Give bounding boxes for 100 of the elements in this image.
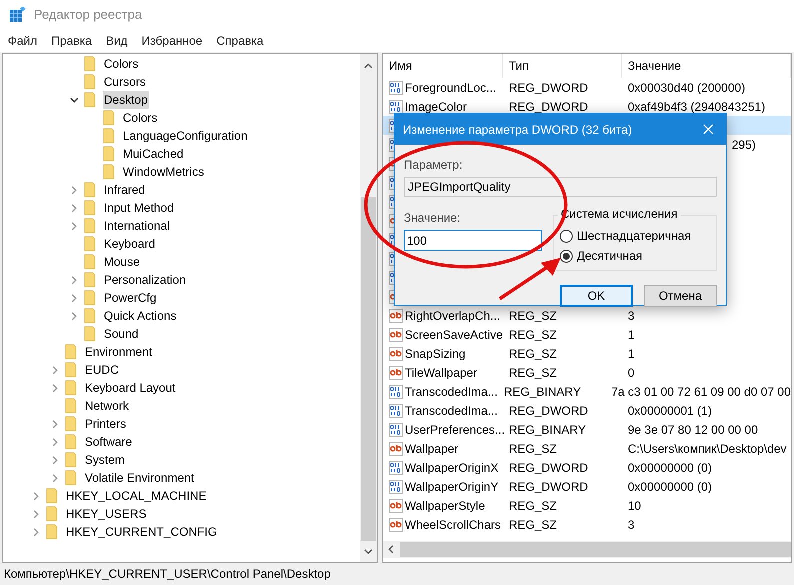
value-data: 0x00030d40 (200000) bbox=[628, 80, 746, 96]
string-value-icon bbox=[389, 328, 403, 342]
column-header[interactable]: Значение bbox=[622, 54, 791, 78]
value-name: Wallpaper bbox=[405, 440, 459, 458]
radio-button[interactable] bbox=[560, 250, 573, 262]
tree-item[interactable]: Personalization bbox=[103, 271, 188, 289]
tree-item[interactable]: MuiCached bbox=[122, 145, 185, 163]
folder-icon bbox=[46, 524, 60, 540]
status-bar-path: Компьютер\HKEY_CURRENT_USER\Control Panel\Desktop bbox=[4, 566, 331, 583]
tree-item[interactable]: Network bbox=[84, 397, 130, 415]
tree-item[interactable]: Software bbox=[84, 433, 134, 451]
menu-item[interactable]: Файл bbox=[8, 32, 38, 50]
tree-item[interactable]: Cursors bbox=[103, 73, 148, 91]
value-name: WallpaperOriginY bbox=[405, 478, 499, 496]
tree-item[interactable]: Desktop bbox=[103, 91, 150, 109]
value-row[interactable]: TranscodedIma... REG_BINARY 7a c3 01 00 72 61 09 00 d0 07 00 bbox=[383, 382, 791, 401]
value-row[interactable]: ScreenSaveActive REG_SZ 1 bbox=[383, 325, 791, 344]
folder-icon bbox=[103, 110, 117, 126]
horizontal-scrollbar[interactable] bbox=[383, 541, 791, 558]
value-type: REG_DWORD bbox=[509, 100, 588, 114]
value-name: TranscodedIma... bbox=[405, 402, 498, 420]
tree-item[interactable]: Keyboard Layout bbox=[84, 379, 177, 397]
radio-button[interactable] bbox=[560, 230, 573, 242]
annotation-arrow bbox=[497, 256, 563, 302]
tree-item[interactable]: HKEY_CURRENT_CONFIG bbox=[65, 523, 218, 541]
scroll-left-icon[interactable] bbox=[387, 545, 396, 554]
value-type: REG_SZ bbox=[509, 518, 558, 532]
tree-item[interactable]: Mouse bbox=[103, 253, 142, 271]
binary-value-icon bbox=[389, 404, 403, 418]
tree-item[interactable]: Sound bbox=[103, 325, 140, 343]
tree-item[interactable]: Volatile Environment bbox=[84, 469, 196, 487]
string-value-icon bbox=[389, 518, 403, 532]
value-row[interactable]: SnapSizing REG_SZ 1 bbox=[383, 344, 791, 363]
scrollbar-thumb[interactable] bbox=[400, 542, 791, 557]
folder-icon bbox=[65, 380, 79, 396]
value-data: 7a c3 01 00 72 61 09 00 d0 07 00 bbox=[612, 384, 791, 400]
tree-item[interactable]: Printers bbox=[84, 415, 128, 433]
value-field[interactable]: 100 bbox=[404, 230, 542, 251]
value-data: 0x00000000 (0) bbox=[628, 478, 712, 496]
tree-item[interactable]: WindowMetrics bbox=[122, 163, 206, 181]
folder-icon bbox=[103, 164, 117, 180]
radio-label: Десятичная bbox=[577, 248, 643, 265]
value-row[interactable]: TileWallpaper REG_SZ 0 bbox=[383, 363, 791, 382]
value-row[interactable]: WheelScrollChars REG_SZ 3 bbox=[383, 515, 791, 534]
value-row[interactable]: WallpaperOriginY REG_DWORD 0x00000000 (0) bbox=[383, 477, 791, 496]
value-row[interactable]: Wallpaper REG_SZ C:\Users\компик\Desktop\dev bbox=[383, 439, 791, 458]
folder-icon bbox=[103, 128, 117, 144]
menu-item[interactable]: Вид bbox=[106, 32, 128, 50]
menu-item[interactable]: Избранное bbox=[142, 32, 203, 50]
folder-icon bbox=[46, 488, 60, 504]
scrollbar-thumb[interactable] bbox=[361, 197, 376, 541]
tree-item[interactable]: Environment bbox=[84, 343, 154, 361]
tree-item[interactable]: Quick Actions bbox=[103, 307, 178, 325]
tree-item[interactable]: System bbox=[84, 451, 126, 469]
tree-item[interactable]: Colors bbox=[103, 55, 140, 73]
value-row[interactable]: RightOverlapCh... REG_SZ 3 bbox=[383, 306, 791, 325]
collapse-chevron-icon[interactable] bbox=[70, 96, 79, 104]
folder-icon bbox=[84, 56, 98, 72]
field-label: Параметр: bbox=[404, 157, 463, 174]
tree-item[interactable]: PowerCfg bbox=[103, 289, 158, 307]
value-row[interactable]: ForegroundLoc... REG_DWORD 0x00030d40 (200000) bbox=[383, 78, 791, 97]
tree-item[interactable]: Infrared bbox=[103, 181, 146, 199]
string-value-icon bbox=[389, 308, 403, 322]
value-data: 9e 3e 07 80 12 00 00 00 bbox=[628, 422, 758, 438]
scroll-down-icon[interactable] bbox=[364, 547, 373, 556]
tree-item[interactable]: LanguageConfiguration bbox=[122, 127, 249, 145]
menu-item[interactable]: Справка bbox=[216, 32, 264, 50]
scroll-up-icon[interactable] bbox=[364, 62, 373, 71]
value-row[interactable]: WallpaperStyle REG_SZ 10 bbox=[383, 496, 791, 515]
dialog-button[interactable]: Отмена bbox=[644, 285, 717, 307]
value-name: ImageColor bbox=[405, 98, 468, 116]
tree-item[interactable]: Keyboard bbox=[103, 235, 156, 253]
folder-icon bbox=[65, 470, 79, 486]
folder-icon bbox=[84, 236, 98, 252]
vertical-scrollbar[interactable] bbox=[360, 54, 377, 562]
dialog-button[interactable]: OK bbox=[560, 285, 633, 307]
tree-item[interactable]: International bbox=[103, 217, 172, 235]
tree-item[interactable]: HKEY_LOCAL_MACHINE bbox=[65, 487, 208, 505]
string-value-icon bbox=[389, 366, 403, 380]
tree-item[interactable]: HKEY_USERS bbox=[65, 505, 148, 523]
folder-icon bbox=[84, 308, 98, 324]
value-row[interactable]: TranscodedIma... REG_DWORD 0x00000001 (1) bbox=[383, 401, 791, 420]
value-row[interactable]: ImageColor REG_DWORD 0xaf49b4f3 (2940843251) bbox=[383, 97, 791, 116]
value-row[interactable]: UserPreferences... REG_BINARY 9e 3e 07 80 12 00 00 00 bbox=[383, 420, 791, 439]
tree-item[interactable]: Colors bbox=[122, 109, 159, 127]
tree-item[interactable]: Input Method bbox=[103, 199, 176, 217]
window-title: Редактор реестра bbox=[34, 6, 142, 24]
value-type: REG_DWORD bbox=[509, 80, 588, 94]
value-row[interactable]: WallpaperOriginX REG_DWORD 0x00000000 (0) bbox=[383, 458, 791, 477]
value-name: TileWallpaper bbox=[405, 364, 478, 382]
binary-value-icon bbox=[389, 460, 403, 474]
column-header[interactable]: Имя bbox=[383, 54, 503, 78]
menu-item[interactable]: Правка bbox=[52, 32, 92, 50]
value-type: REG_SZ bbox=[509, 498, 558, 512]
value-data: 0 bbox=[628, 364, 635, 382]
column-header[interactable]: Тип bbox=[503, 54, 622, 78]
value-data: 1 bbox=[628, 326, 635, 344]
folder-icon bbox=[84, 200, 98, 216]
folder-icon bbox=[84, 290, 98, 306]
tree-item[interactable]: EUDC bbox=[84, 361, 120, 379]
